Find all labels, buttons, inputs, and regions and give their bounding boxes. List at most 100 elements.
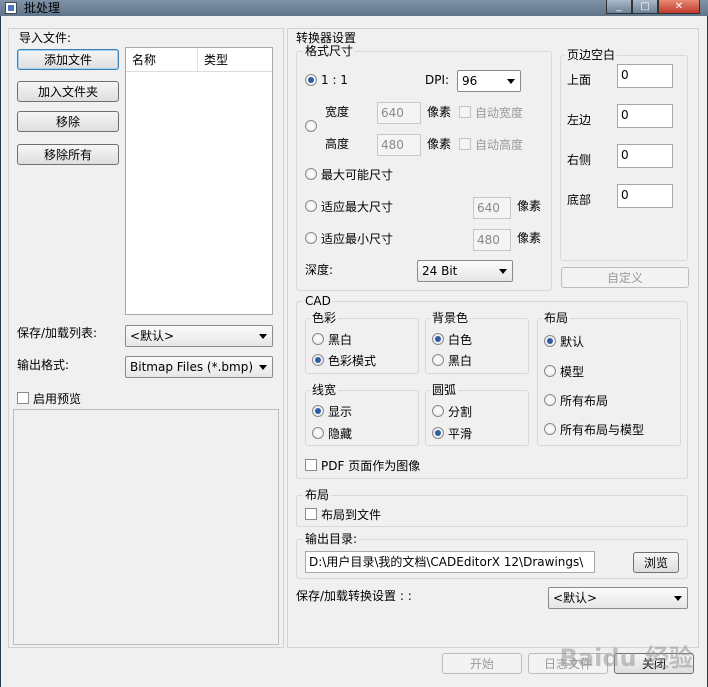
minimize-button[interactable]: _ xyxy=(606,0,632,14)
fit-max-input[interactable]: 640 xyxy=(473,197,511,219)
radio-dot xyxy=(312,427,324,439)
margin-bottom-input[interactable]: 0 xyxy=(617,184,673,208)
remove-button[interactable]: 移除 xyxy=(17,111,119,132)
height-label: 高度 xyxy=(325,137,350,151)
color-group: 色彩 黑白 色彩模式 xyxy=(305,311,419,374)
depth-select[interactable]: 24 Bit xyxy=(417,260,513,282)
arc-smooth-label: 平滑 xyxy=(448,426,473,441)
layout-default-radio[interactable]: 默认 xyxy=(544,333,584,349)
lineweight-hide-radio[interactable]: 隐藏 xyxy=(312,425,352,441)
checkbox-box xyxy=(305,508,317,520)
margin-right-input[interactable]: 0 xyxy=(617,144,673,168)
fit-min-radio[interactable]: 适应最小尺寸 xyxy=(305,230,393,246)
lineweight-show-radio[interactable]: 显示 xyxy=(312,403,352,419)
fit-max-radio[interactable]: 适应最大尺寸 xyxy=(305,198,393,214)
start-button[interactable]: 开始 xyxy=(442,653,522,674)
output-format-select[interactable]: Bitmap Files (*.bmp) xyxy=(125,356,273,378)
height-input[interactable]: 480 xyxy=(377,134,421,156)
window-title: 批处理 xyxy=(24,1,61,15)
custom-button[interactable]: 自定义 xyxy=(561,267,689,288)
margins-group: 页边空白 上面 0 左边 0 右侧 0 底部 0 xyxy=(560,48,688,261)
file-list-header: 名称 类型 xyxy=(126,48,272,72)
output-dir-label: 输出目录: xyxy=(303,532,360,546)
depth-label: 深度: xyxy=(305,263,334,277)
chevron-down-icon xyxy=(507,79,515,84)
radio-dot xyxy=(305,168,317,180)
browse-button[interactable]: 浏览 xyxy=(633,552,679,573)
max-possible-radio[interactable]: 最大可能尺寸 xyxy=(305,166,393,182)
margin-left-input[interactable]: 0 xyxy=(617,104,673,128)
maximize-button[interactable]: □ xyxy=(632,0,658,14)
pdf-as-image-checkbox[interactable]: PDF 页面作为图像 xyxy=(305,457,420,473)
preview-area xyxy=(13,409,279,645)
layout-model-label: 模型 xyxy=(560,364,585,379)
arc-split-radio[interactable]: 分割 xyxy=(432,403,472,419)
cad-layout-label: 布局 xyxy=(542,311,571,325)
lineweight-hide-label: 隐藏 xyxy=(328,426,353,441)
column-name[interactable]: 名称 xyxy=(126,48,198,71)
radio-dot xyxy=(312,405,324,417)
dpi-select[interactable]: 96 xyxy=(457,70,521,92)
auto-width-checkbox[interactable]: 自动宽度 xyxy=(459,104,523,120)
save-load-list-value: <默认> xyxy=(130,329,175,343)
save-load-list-label: 保存/加载列表: xyxy=(17,326,98,340)
import-files-label: 导入文件: xyxy=(17,31,74,45)
layout-group: 布局 布局到文件 xyxy=(296,488,688,527)
lineweight-group: 线宽 显示 隐藏 xyxy=(305,383,419,446)
fit-min-input[interactable]: 480 xyxy=(473,229,511,251)
auto-height-label: 自动高度 xyxy=(475,137,524,152)
custom-size-radio[interactable] xyxy=(305,118,321,134)
close-window-button[interactable]: ✕ xyxy=(658,0,700,14)
color-mode-label: 色彩模式 xyxy=(328,353,377,368)
radio-dot xyxy=(544,394,556,406)
layout-all-radio[interactable]: 所有布局 xyxy=(544,392,608,408)
background-group: 背景色 白色 黑白 xyxy=(425,311,529,374)
output-dir-input[interactable]: D:\用户目录\我的文档\CADEditorX 12\Drawings\ xyxy=(305,551,595,573)
one-to-one-radio[interactable]: 1 : 1 xyxy=(305,72,348,88)
layout-to-file-checkbox[interactable]: 布局到文件 xyxy=(305,506,381,522)
chevron-down-icon xyxy=(259,334,267,339)
radio-dot xyxy=(305,74,317,86)
pdf-as-image-label: PDF 页面作为图像 xyxy=(321,458,421,473)
converter-settings-label: 转换器设置 xyxy=(294,31,359,45)
save-load-list-select[interactable]: <默认> xyxy=(125,325,273,347)
arc-split-label: 分割 xyxy=(448,404,473,419)
bw-label: 黑白 xyxy=(328,332,353,347)
bw-radio[interactable]: 黑白 xyxy=(312,331,352,347)
auto-height-checkbox[interactable]: 自动高度 xyxy=(459,136,523,152)
radio-dot xyxy=(312,354,324,366)
arc-smooth-radio[interactable]: 平滑 xyxy=(432,425,472,441)
output-format-value: Bitmap Files (*.bmp) xyxy=(130,360,253,374)
remove-all-button[interactable]: 移除所有 xyxy=(17,144,119,165)
enable-preview-label: 启用预览 xyxy=(33,391,82,406)
checkbox-box xyxy=(17,392,29,404)
layout-group-label: 布局 xyxy=(303,488,332,502)
width-input[interactable]: 640 xyxy=(377,102,421,124)
chevron-down-icon xyxy=(674,596,682,601)
layout-default-label: 默认 xyxy=(560,334,585,349)
white-bg-radio[interactable]: 白色 xyxy=(432,331,472,347)
save-load-settings-label: 保存/加载转换设置 : : xyxy=(296,589,412,603)
layout-to-file-label: 布局到文件 xyxy=(321,507,382,522)
save-load-settings-value: <默认> xyxy=(553,591,598,605)
title-bar: 批处理 _ □ ✕ xyxy=(0,0,708,16)
add-folder-button[interactable]: 加入文件夹 xyxy=(17,81,119,102)
black-bg-radio[interactable]: 黑白 xyxy=(432,352,472,368)
cad-layout-group: 布局 默认 模型 所有布局 所有布局与模型 xyxy=(537,311,681,446)
enable-preview-checkbox[interactable]: 启用预览 xyxy=(17,390,81,406)
column-type[interactable]: 类型 xyxy=(198,48,272,71)
save-load-settings-select[interactable]: <默认> xyxy=(548,587,688,609)
dpi-value: 96 xyxy=(462,74,478,88)
radio-dot xyxy=(432,333,444,345)
output-format-label: 输出格式: xyxy=(17,358,70,372)
color-mode-radio[interactable]: 色彩模式 xyxy=(312,352,376,368)
layout-model-radio[interactable]: 模型 xyxy=(544,363,584,379)
add-file-button[interactable]: 添加文件 xyxy=(17,49,119,70)
margin-top-input[interactable]: 0 xyxy=(617,64,673,88)
file-list[interactable]: 名称 类型 xyxy=(125,47,273,315)
checkbox-box xyxy=(459,138,471,150)
layout-all-model-radio[interactable]: 所有布局与模型 xyxy=(544,421,644,437)
margin-bottom-label: 底部 xyxy=(567,193,592,207)
black-bg-label: 黑白 xyxy=(448,353,473,368)
window-controls: _ □ ✕ xyxy=(606,0,700,14)
